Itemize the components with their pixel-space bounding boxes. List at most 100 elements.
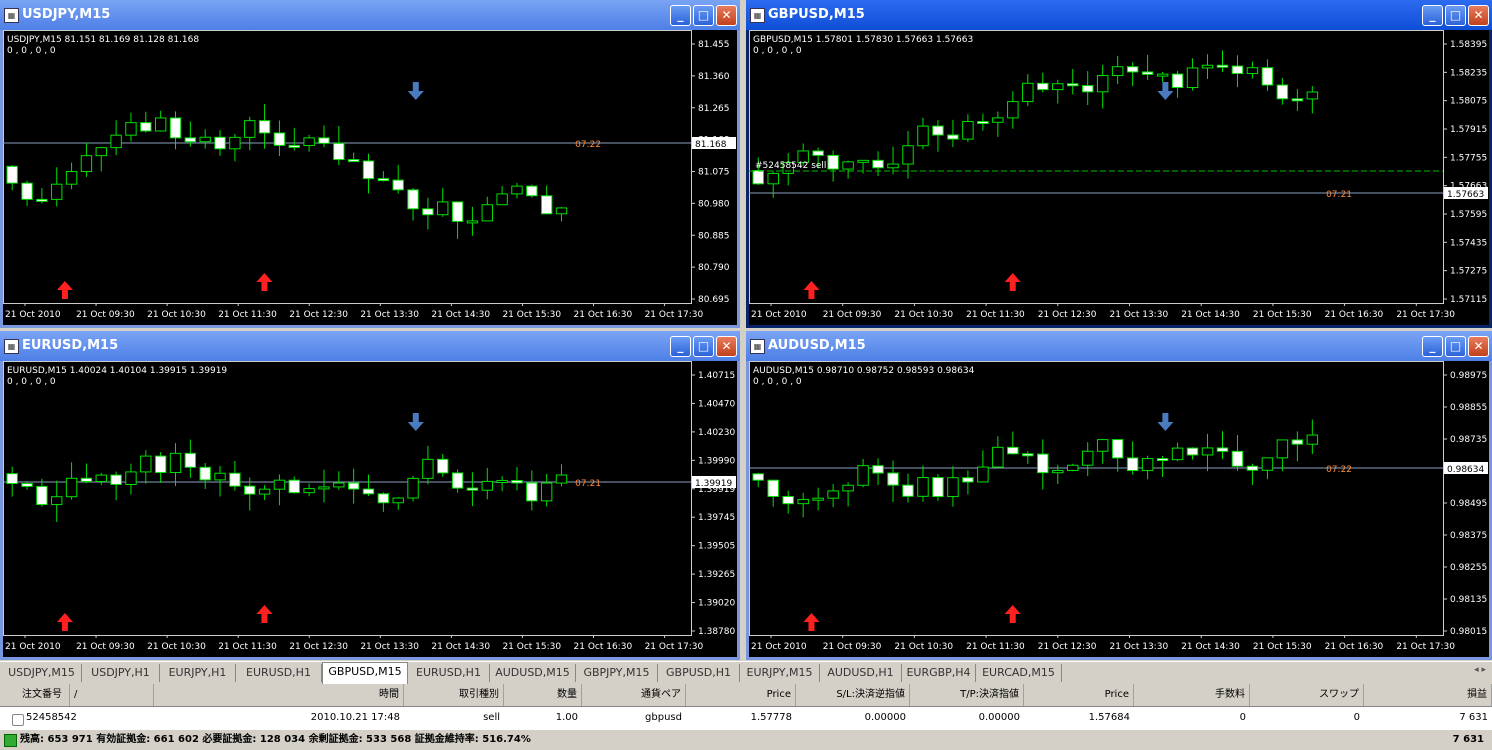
tab-eurusd-h1[interactable]: EURUSD,H1 [236, 664, 322, 682]
tab-usdjpy-h1[interactable]: USDJPY,H1 [82, 664, 160, 682]
minimize-button[interactable]: _ [670, 336, 691, 357]
tab-eurgbp-h4[interactable]: EURGBP,H4 [902, 664, 976, 682]
sell-arrow-icon [1157, 413, 1174, 431]
window-titlebar[interactable]: ▦ AUDUSD,M15 _ □ ✕ [746, 331, 1492, 361]
window-titlebar[interactable]: ▦ EURUSD,M15 _ □ ✕ [0, 331, 740, 361]
candle-body [1022, 82, 1034, 103]
tab-audusd-h1[interactable]: AUDUSD,H1 [820, 664, 902, 682]
indicator-values: 0 , 0 , 0 , 0 [7, 46, 56, 56]
column-header[interactable]: 損益 [1364, 684, 1492, 706]
chart-window-usdjpy[interactable]: ▦ USDJPY,M15 _ □ ✕ USDJPY,M15 81.151 81.1… [0, 0, 740, 328]
time-label: 21 Oct 16:30 [1325, 310, 1384, 320]
window-titlebar[interactable]: ▦ USDJPY,M15 _ □ ✕ [0, 0, 740, 30]
chart-window-audusd[interactable]: ▦ AUDUSD,M15 _ □ ✕ AUDUSD,M15 0.98710 0.9… [746, 331, 1492, 660]
column-header[interactable]: / [70, 684, 154, 706]
column-header[interactable]: スワップ [1250, 684, 1364, 706]
candle-body [1186, 447, 1199, 456]
candle-body [962, 121, 974, 140]
tab-eurcad-m15[interactable]: EURCAD,M15 [976, 664, 1062, 682]
window-title: USDJPY,M15 [22, 7, 111, 22]
column-header[interactable]: 時間 [154, 684, 404, 706]
column-header[interactable]: T/P:決済指値 [910, 684, 1024, 706]
candle-body [437, 201, 449, 216]
tab-eurusd-h1[interactable]: EURUSD,H1 [408, 664, 490, 682]
time-label: 21 Oct 10:30 [147, 642, 206, 652]
chart-window-icon: ▦ [750, 339, 765, 354]
price-label: 1.57435 [1450, 238, 1487, 248]
candle-body [947, 134, 959, 140]
column-header[interactable]: 数量 [504, 684, 582, 706]
table-cell: 2010.10.21 17:48 [310, 712, 400, 723]
candle-body [1216, 447, 1229, 452]
table-cell: 1.57778 [750, 712, 792, 723]
maximize-button[interactable]: □ [1445, 5, 1466, 26]
candle-body [526, 482, 538, 502]
time-label: 21 Oct 14:30 [431, 642, 490, 652]
minimize-button[interactable]: _ [670, 5, 691, 26]
price-chart[interactable]: GBPUSD,M15 1.57801 1.57830 1.57663 1.576… [749, 30, 1489, 325]
candle-body [496, 193, 508, 206]
column-header[interactable]: 手数料 [1134, 684, 1250, 706]
close-button[interactable]: ✕ [1468, 336, 1489, 357]
candle-body [1111, 66, 1124, 77]
chart-window-gbpusd[interactable]: ▦ GBPUSD,M15 _ □ ✕ GBPUSD,M15 1.57801 1.5… [746, 0, 1492, 328]
chart-window-icon: ▦ [750, 8, 765, 23]
price-chart[interactable]: AUDUSD,M15 0.98710 0.98752 0.98593 0.986… [749, 361, 1489, 657]
candle-body [1066, 464, 1079, 471]
tab-gbpusd-m15[interactable]: GBPUSD,M15 [322, 662, 408, 684]
maximize-button[interactable]: □ [1445, 336, 1466, 357]
time-label: 21 Oct 17:30 [1396, 310, 1455, 320]
candle-body [199, 466, 211, 481]
close-button[interactable]: ✕ [716, 5, 737, 26]
price-label: 1.57115 [1450, 295, 1487, 305]
candle-body [1186, 67, 1199, 89]
terminal-panel: 注文番号 / 時間 取引種別 数量 通貨ペア Price S/L:決済逆指値 T/P:決済指値 P… [0, 684, 1492, 750]
time-label: 21 Oct 15:30 [1253, 310, 1312, 320]
close-button[interactable]: ✕ [1468, 5, 1489, 26]
sell-arrow-icon [1157, 82, 1174, 100]
candle-body [1081, 450, 1094, 466]
candle-body [887, 472, 899, 486]
maximize-button[interactable]: □ [693, 5, 714, 26]
candle-body [977, 466, 989, 483]
tab-gbpusd-h1[interactable]: GBPUSD,H1 [658, 664, 740, 682]
column-header[interactable]: S/L:決済逆指値 [796, 684, 910, 706]
price-chart[interactable]: USDJPY,M15 81.151 81.169 81.128 81.168 0 … [3, 30, 737, 325]
candle-body [842, 484, 854, 492]
column-header[interactable]: Price [1024, 684, 1134, 706]
table-cell: 52458542 [26, 712, 77, 723]
candle-body [1037, 82, 1049, 91]
column-header[interactable]: Price [686, 684, 796, 706]
table-cell: 0 [1353, 712, 1360, 723]
column-header[interactable]: 通貨ペア [582, 684, 686, 706]
maximize-button[interactable]: □ [693, 336, 714, 357]
price-label: 1.58075 [1450, 97, 1487, 107]
column-header[interactable]: 注文番号 [0, 684, 70, 706]
time-label: 21 Oct 11:30 [218, 310, 277, 320]
close-button[interactable]: ✕ [716, 336, 737, 357]
candle-body [540, 482, 553, 502]
tab-audusd-m15[interactable]: AUDUSD,M15 [490, 664, 576, 682]
candle-body [1201, 64, 1214, 69]
time-label: 21 Oct 12:30 [1038, 642, 1097, 652]
tab-gbpjpy-m15[interactable]: GBPJPY,M15 [576, 664, 658, 682]
price-chart[interactable]: EURUSD,M15 1.40024 1.40104 1.39915 1.399… [3, 361, 737, 657]
candle-body [318, 486, 330, 490]
window-titlebar[interactable]: ▦ GBPUSD,M15 _ □ ✕ [746, 0, 1492, 30]
tab-eurjpy-h1[interactable]: EURJPY,H1 [160, 664, 236, 682]
tab-scroll-arrows[interactable]: ◂ ▸ [1474, 665, 1486, 675]
minimize-button[interactable]: _ [1422, 336, 1443, 357]
candle-body [451, 201, 464, 222]
summary-text: 残高: 653 971 有効証拠金: 661 602 必要証拠金: 128 03… [20, 734, 531, 745]
chart-info: USDJPY,M15 81.151 81.169 81.128 81.168 [7, 35, 199, 45]
candle-body [95, 474, 107, 482]
buy-arrow-icon [256, 605, 273, 623]
column-header[interactable]: 取引種別 [404, 684, 504, 706]
price-label: 1.39265 [698, 570, 735, 580]
buy-arrow-icon [56, 281, 73, 299]
price-label: 81.075 [698, 168, 730, 178]
tab-usdjpy-m15[interactable]: USDJPY,M15 [2, 664, 82, 682]
tab-eurjpy-m15[interactable]: EURJPY,M15 [740, 664, 820, 682]
chart-window-eurusd[interactable]: ▦ EURUSD,M15 _ □ ✕ EURUSD,M15 1.40024 1.4… [0, 331, 740, 660]
minimize-button[interactable]: _ [1422, 5, 1443, 26]
